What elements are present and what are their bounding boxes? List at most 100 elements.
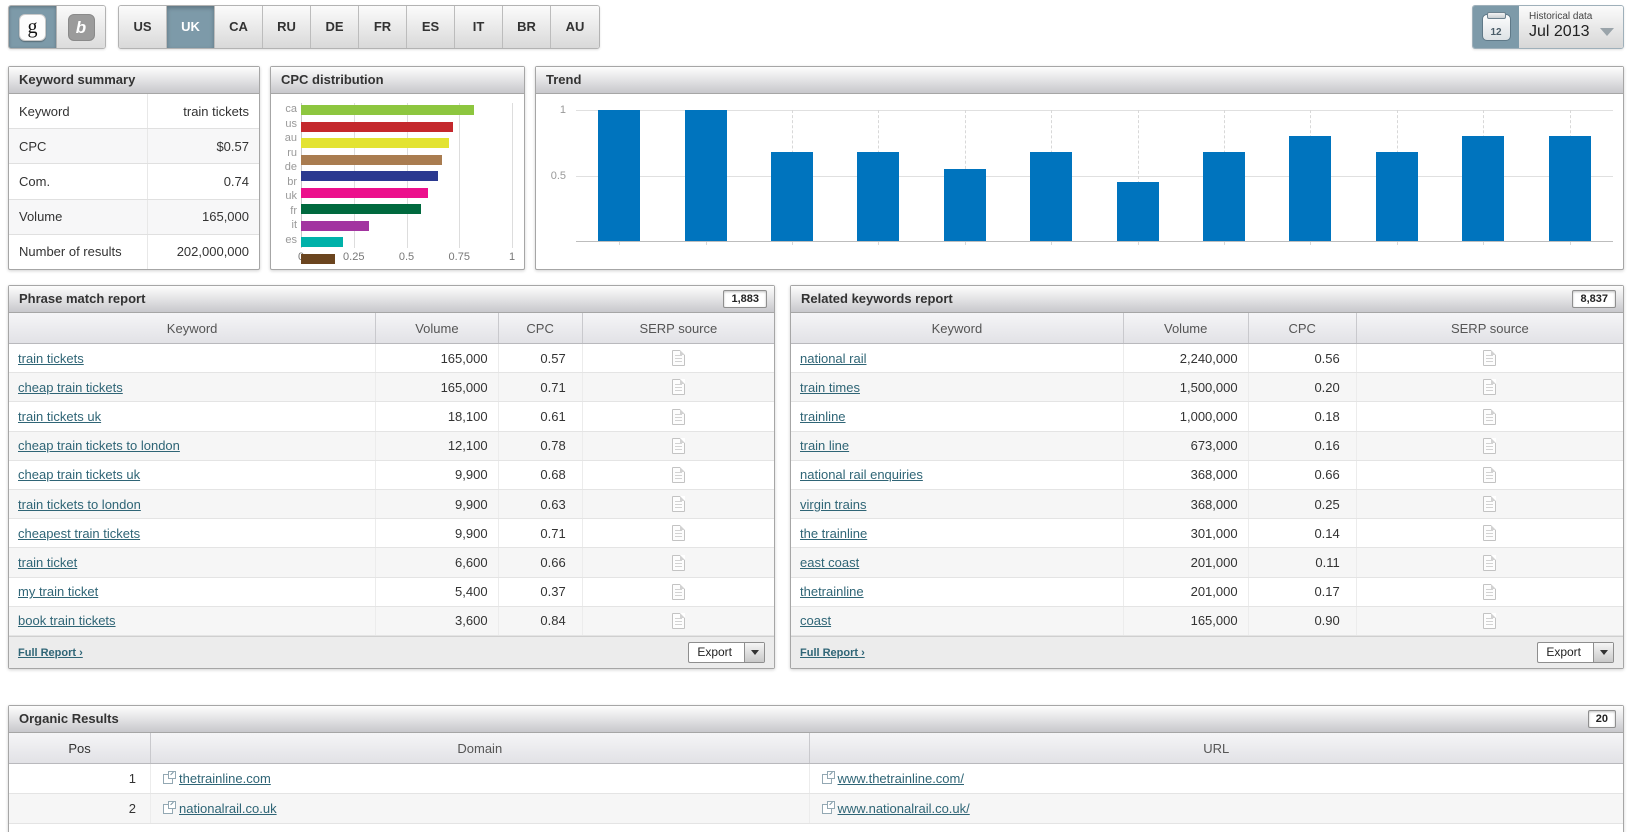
panel-title: Related keywords report 8,837 — [791, 286, 1623, 313]
summary-label: Keyword — [19, 103, 70, 119]
serp-source-icon[interactable] — [671, 496, 685, 513]
historical-data-selector[interactable]: 12 Historical data Jul 2013 — [1472, 5, 1624, 49]
table-row: my train ticket 5,400 0.37 — [9, 577, 774, 607]
external-link-icon[interactable] — [163, 800, 177, 814]
serp-source-icon[interactable] — [671, 466, 685, 483]
cpc-value: 0.20 — [1249, 373, 1357, 402]
keyword-link[interactable]: cheap train tickets to london — [18, 438, 180, 453]
volume-value: 3,600 — [376, 606, 499, 636]
engine-tab-bing[interactable]: b — [57, 6, 105, 48]
serp-source-icon[interactable] — [671, 612, 685, 629]
keyword-link[interactable]: book train tickets — [18, 613, 116, 628]
serp-source-icon[interactable] — [671, 583, 685, 600]
serp-source-icon[interactable] — [671, 554, 685, 571]
keyword-link[interactable]: my train ticket — [18, 584, 98, 599]
summary-value: $0.57 — [146, 129, 260, 164]
summary-value: 165,000 — [146, 199, 260, 234]
serp-source-icon[interactable] — [671, 379, 685, 396]
keyword-link[interactable]: train tickets uk — [18, 409, 101, 424]
domain-link[interactable]: nationalrail.co.uk — [179, 801, 277, 816]
trend-bar — [1462, 136, 1505, 241]
cpc-bar-de — [301, 171, 439, 181]
engine-tab-google[interactable]: g — [9, 6, 58, 48]
serp-source-icon[interactable] — [1483, 554, 1497, 571]
table-row: train times 1,500,000 0.20 — [791, 373, 1623, 403]
external-link-icon[interactable] — [821, 800, 835, 814]
country-tab-au[interactable]: AU — [551, 6, 599, 48]
cpc-value: 0.25 — [1249, 490, 1357, 519]
keyword-link[interactable]: train line — [800, 438, 849, 453]
country-tab-uk[interactable]: UK — [167, 6, 215, 48]
total-count-badge: 8,837 — [1572, 290, 1616, 308]
url-link[interactable]: www.nationalrail.co.uk/ — [838, 801, 970, 816]
serp-source-icon[interactable] — [671, 525, 685, 542]
export-dropdown-arrow-icon[interactable] — [1593, 643, 1613, 662]
keyword-link[interactable]: cheapest train tickets — [18, 526, 140, 541]
cpc-value: 0.37 — [499, 577, 583, 606]
country-tab-us[interactable]: US — [119, 6, 167, 48]
keyword-link[interactable]: train ticket — [18, 555, 77, 570]
trend-chart: 1 0.5 — [536, 94, 1623, 269]
organic-result-row: 2 nationalrail.co.uk www.nationalrail.co.u… — [9, 794, 1623, 824]
serp-source-icon[interactable] — [671, 350, 685, 367]
serp-source-icon[interactable] — [1483, 379, 1497, 396]
keyword-link[interactable]: cheap train tickets — [18, 380, 123, 395]
historical-data-dropdown[interactable]: Historical data Jul 2013 — [1519, 6, 1623, 48]
keyword-link[interactable]: thetrainline — [800, 584, 864, 599]
serp-source-icon[interactable] — [1483, 583, 1497, 600]
external-link-icon[interactable] — [163, 770, 177, 784]
table-row: cheapest train tickets 9,900 0.71 — [9, 519, 774, 549]
export-dropdown-arrow-icon[interactable] — [744, 643, 764, 662]
serp-source-icon[interactable] — [1483, 466, 1497, 483]
serp-source-icon[interactable] — [671, 408, 685, 425]
cpc-value: 0.16 — [1249, 431, 1357, 460]
cpc-category-label: us — [285, 117, 297, 130]
serp-source-icon[interactable] — [1483, 408, 1497, 425]
cpc-bar-fr — [301, 220, 369, 231]
keyword-link[interactable]: east coast — [800, 555, 859, 570]
domain-link[interactable]: thetrainline.com — [179, 771, 271, 786]
keyword-link[interactable]: national rail enquiries — [800, 467, 923, 482]
organic-results-panel: Organic Results 20 Pos Domain URL 1 thetr… — [8, 705, 1624, 832]
keyword-link[interactable]: coast — [800, 613, 831, 628]
serp-source-icon[interactable] — [1483, 350, 1497, 367]
historical-data-label: Historical data — [1529, 11, 1593, 22]
total-count-badge: 1,883 — [723, 290, 767, 308]
country-tab-de[interactable]: DE — [311, 6, 359, 48]
serp-source-icon[interactable] — [1483, 525, 1497, 542]
keyword-link[interactable]: train times — [800, 380, 860, 395]
panel-title: Phrase match report 1,883 — [9, 286, 774, 313]
external-link-icon[interactable] — [821, 770, 835, 784]
keyword-link[interactable]: cheap train tickets uk — [18, 467, 140, 482]
summary-row: CPC $0.57 — [9, 129, 260, 165]
country-tab-es[interactable]: ES — [407, 6, 455, 48]
country-tab-fr[interactable]: FR — [359, 6, 407, 48]
keyword-link[interactable]: national rail — [800, 351, 867, 366]
country-tab-br[interactable]: BR — [503, 6, 551, 48]
full-report-link[interactable]: Full Report › — [800, 647, 865, 659]
summary-value: train tickets — [146, 94, 260, 129]
panel-title: CPC distribution — [271, 67, 524, 94]
country-tabs: US UK CA RU DE FR ES IT BR AU — [118, 5, 600, 49]
country-tab-ru[interactable]: RU — [263, 6, 311, 48]
keyword-link[interactable]: virgin trains — [800, 497, 866, 512]
keyword-link[interactable]: train tickets — [18, 351, 84, 366]
table-row: coast 165,000 0.90 — [791, 606, 1623, 637]
keyword-link[interactable]: trainline — [800, 409, 846, 424]
country-tab-ca[interactable]: CA — [215, 6, 263, 48]
volume-value: 9,900 — [376, 460, 499, 490]
serp-source-icon[interactable] — [1483, 437, 1497, 454]
keyword-link[interactable]: the trainline — [800, 526, 867, 541]
serp-source-icon[interactable] — [671, 437, 685, 454]
country-tab-it[interactable]: IT — [455, 6, 503, 48]
export-button[interactable]: Export — [688, 642, 765, 663]
summary-row: Number of results 202,000,000 — [9, 234, 259, 270]
trend-bar — [684, 110, 727, 241]
export-button[interactable]: Export — [1537, 642, 1614, 663]
serp-source-icon[interactable] — [1483, 612, 1497, 629]
serp-source-icon[interactable] — [1483, 496, 1497, 513]
full-report-link[interactable]: Full Report › — [18, 647, 83, 659]
cpc-category-label: ru — [287, 146, 297, 159]
keyword-link[interactable]: train tickets to london — [18, 497, 141, 512]
url-link[interactable]: www.thetrainline.com/ — [838, 771, 964, 786]
